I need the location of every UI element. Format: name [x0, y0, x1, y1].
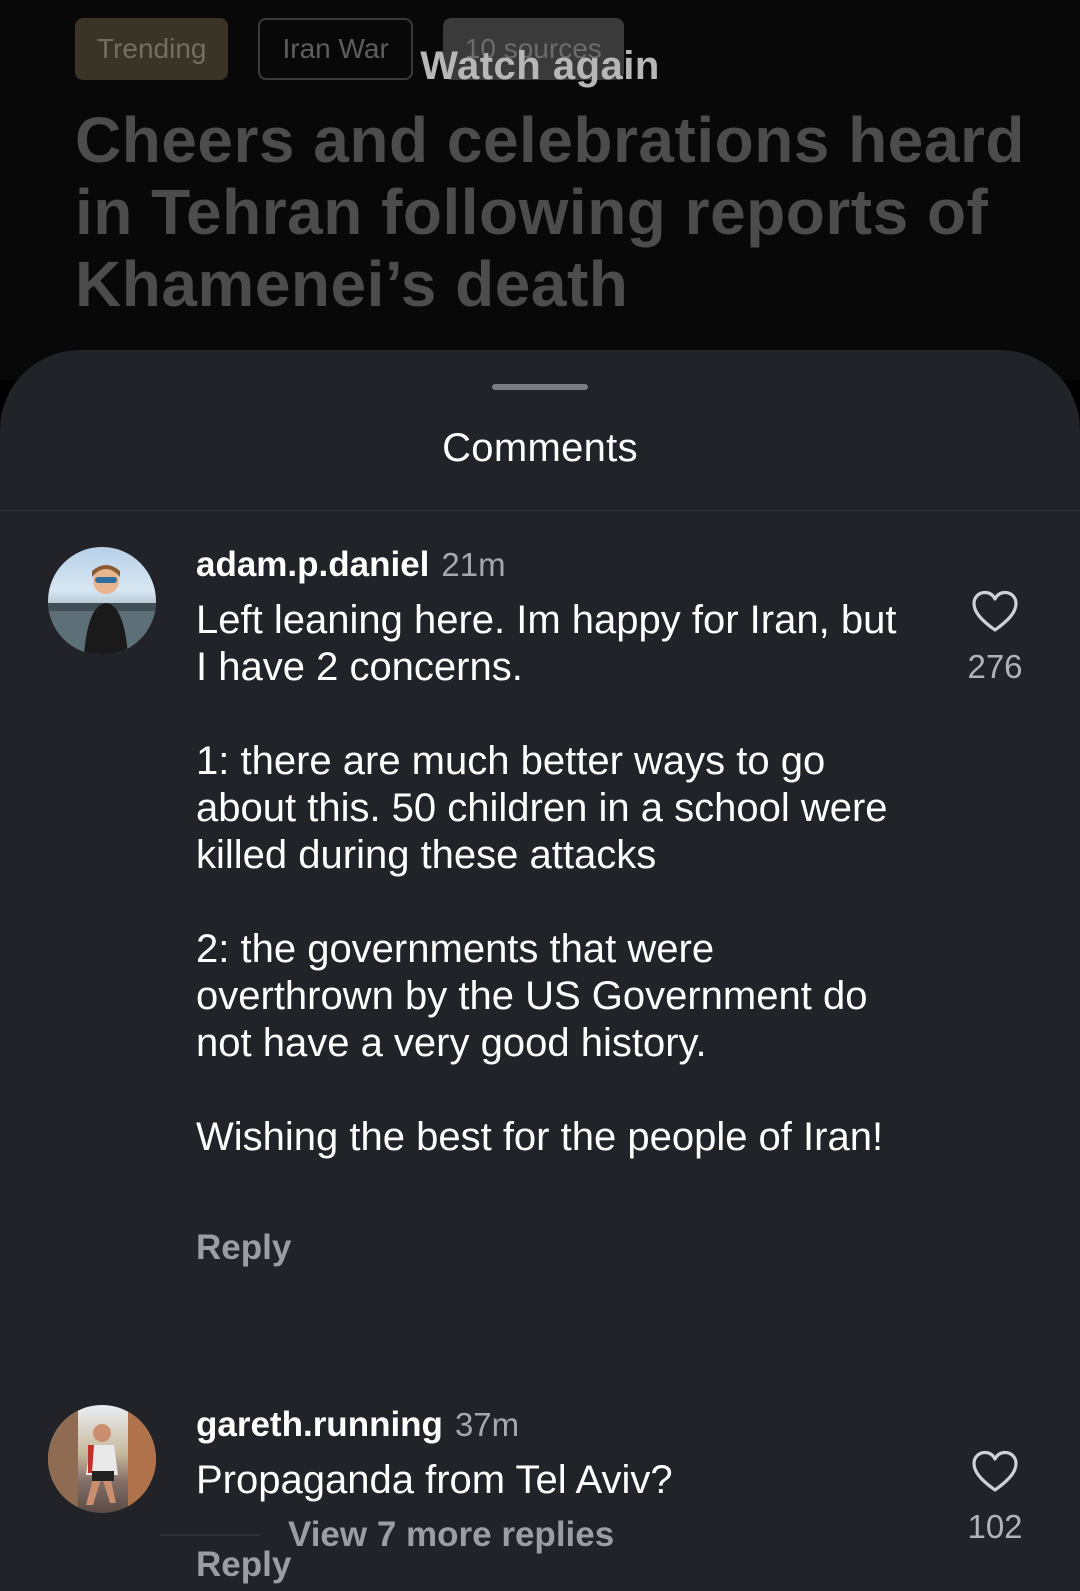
like-count: 276 [967, 648, 1023, 685]
view-more-replies-label[interactable]: View 7 more replies [288, 1515, 614, 1555]
reply-button[interactable]: Reply [196, 1228, 291, 1268]
sheet-drag-handle[interactable] [492, 384, 588, 390]
article-header: Trending Iran War 10 sources Watch again… [0, 0, 1080, 380]
article-headline: Cheers and celebrations heard in Tehran … [75, 104, 1025, 320]
avatar[interactable] [48, 1405, 156, 1513]
comment-meta: gareth.running 37m [196, 1405, 519, 1445]
watch-again-button[interactable]: Watch again [0, 44, 1080, 89]
avatar-photo-icon [48, 565, 156, 655]
comment-text: Left leaning here. Im happy for Iran, bu… [196, 598, 897, 1159]
timestamp: 37m [454, 1406, 520, 1443]
like-count: 102 [967, 1508, 1023, 1545]
username[interactable]: gareth.running [196, 1405, 443, 1445]
heart-icon [972, 1450, 1018, 1492]
thread-line [160, 1534, 260, 1536]
comments-sheet: Comments adam.p.daniel 21m Left leaning … [0, 350, 1080, 1591]
timestamp: 21m [441, 546, 506, 583]
avatar[interactable] [48, 547, 156, 655]
avatar-photo-icon [48, 1405, 156, 1513]
like-button[interactable]: 102 [950, 1450, 1040, 1546]
username[interactable]: adam.p.daniel [196, 545, 429, 585]
heart-icon [972, 590, 1018, 632]
divider [0, 510, 1080, 511]
screen: Trending Iran War 10 sources Watch again… [0, 0, 1080, 1591]
like-button[interactable]: 276 [950, 590, 1040, 686]
reply-button[interactable]: Reply [196, 1545, 291, 1585]
comment-text: Propaganda from Tel Aviv? [196, 1458, 673, 1502]
comment-meta: adam.p.daniel 21m [196, 545, 506, 585]
sheet-title: Comments [442, 426, 638, 470]
